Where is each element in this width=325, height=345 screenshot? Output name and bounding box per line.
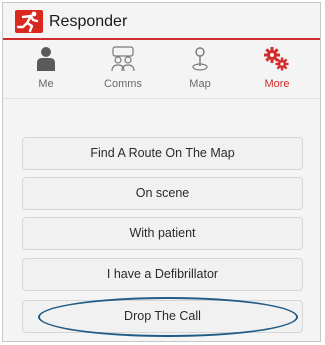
drop-call-button[interactable]: Drop The Call (22, 300, 303, 333)
tab-more-label: More (264, 78, 290, 90)
app-title: Responder (49, 13, 128, 30)
map-pin-icon (190, 46, 210, 77)
find-route-button[interactable]: Find A Route On The Map (22, 137, 303, 170)
gears-icon (263, 46, 291, 77)
person-icon (35, 46, 57, 77)
tab-bar: Me Comms Map More (3, 40, 320, 99)
on-scene-button[interactable]: On scene (22, 177, 303, 210)
tab-me-label: Me (38, 78, 54, 90)
tab-comms-label: Comms (104, 78, 142, 90)
defibrillator-button[interactable]: I have a Defibrillator (22, 258, 303, 291)
tab-me[interactable]: Me (11, 40, 81, 98)
with-patient-button[interactable]: With patient (22, 217, 303, 250)
tab-map-label: Map (189, 78, 211, 90)
title-bar: Responder (3, 3, 320, 40)
tab-more[interactable]: More (242, 40, 312, 98)
runner-logo-icon (15, 10, 43, 33)
tab-comms[interactable]: Comms (88, 40, 158, 98)
people-icon (109, 46, 137, 77)
app-window: Responder Me Comms Map More Find A Route… (2, 2, 321, 342)
tab-map[interactable]: Map (165, 40, 235, 98)
